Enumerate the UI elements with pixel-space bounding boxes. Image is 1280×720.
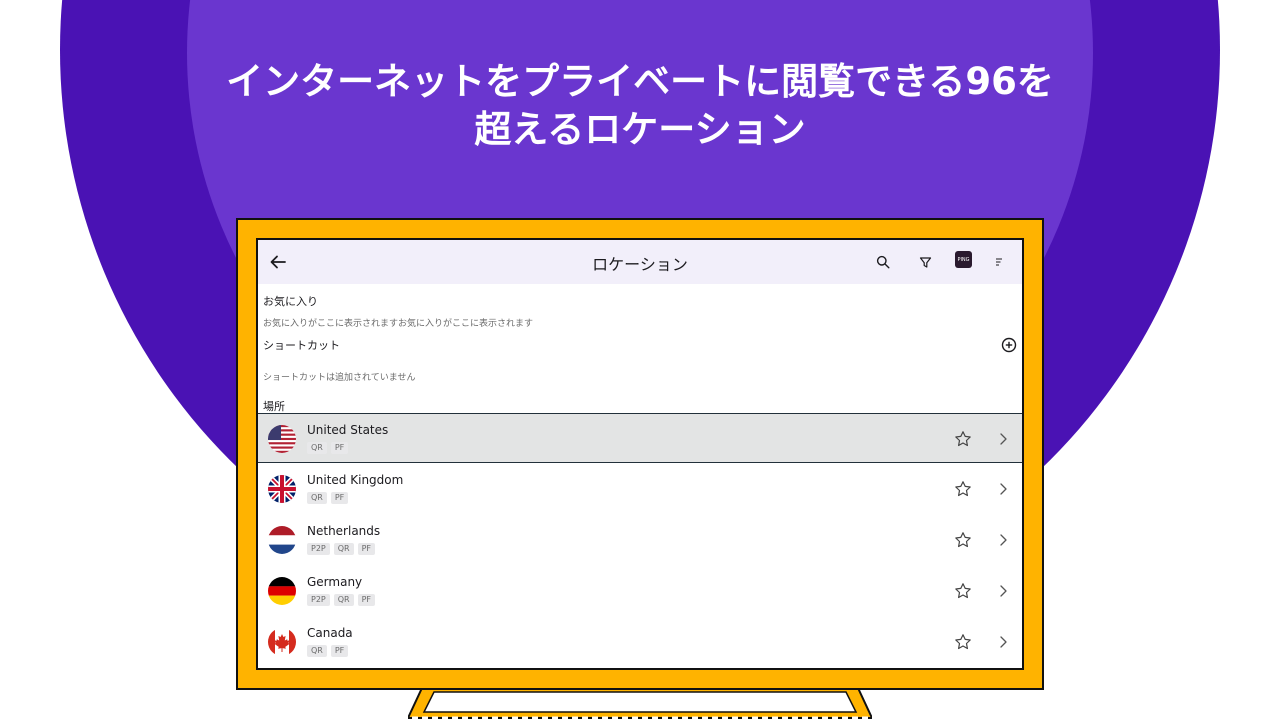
- location-tags: QR PF: [307, 492, 349, 504]
- tag-badge: PF: [357, 594, 376, 606]
- location-row-canada[interactable]: Canada QR PF: [258, 617, 1022, 667]
- tag-badge: QR: [307, 442, 327, 454]
- favorites-empty-text: お気に入りがここに表示されますお気に入りがここに表示されます: [263, 319, 534, 329]
- location-tags: P2P QR PF: [307, 543, 376, 555]
- favorite-star-icon[interactable]: [954, 582, 972, 600]
- location-row-germany[interactable]: Germany P2P QR PF: [258, 566, 1022, 616]
- tag-badge: QR: [333, 543, 354, 555]
- location-name: Canada: [307, 626, 353, 640]
- favorite-star-icon[interactable]: [954, 531, 972, 549]
- shortcuts-heading: ショートカット: [263, 339, 340, 352]
- app-screen: ロケーション PING お気に入り お気に入りがここに表示されますお気に入りがこ…: [256, 238, 1024, 670]
- chevron-right-icon[interactable]: [996, 634, 1010, 650]
- favorite-star-icon[interactable]: [954, 480, 972, 498]
- tag-badge: PF: [330, 442, 349, 454]
- filter-icon[interactable]: [913, 250, 937, 274]
- monitor-stand: [408, 688, 872, 720]
- location-name: United Kingdom: [307, 473, 404, 487]
- headline-line-2: 超えるロケーション: [474, 108, 806, 151]
- location-name: Netherlands: [307, 524, 381, 538]
- location-tags: QR PF: [307, 645, 349, 657]
- location-tags: P2P QR PF: [307, 594, 376, 606]
- page-title: ロケーション: [592, 255, 688, 274]
- shortcuts-empty-text: ショートカットは追加されていません: [263, 373, 416, 383]
- tag-badge: P2P: [307, 594, 330, 606]
- tag-badge: PF: [330, 645, 349, 657]
- de-flag-icon: [268, 577, 296, 605]
- tag-badge: P2P: [307, 543, 330, 555]
- location-name: Germany: [307, 575, 363, 589]
- ping-icon[interactable]: PING: [955, 251, 972, 268]
- app-bar: ロケーション PING: [258, 240, 1022, 284]
- chevron-right-icon[interactable]: [996, 431, 1010, 447]
- nl-flag-icon: [268, 526, 296, 554]
- tag-badge: QR: [307, 492, 327, 504]
- locations-heading: 場所: [263, 400, 285, 413]
- tag-badge: QR: [333, 594, 354, 606]
- location-tags: QR PF: [307, 442, 349, 454]
- favorites-heading: お気に入り: [263, 295, 318, 308]
- chevron-right-icon[interactable]: [996, 532, 1010, 548]
- favorite-star-icon[interactable]: [954, 430, 972, 448]
- tag-badge: QR: [307, 645, 327, 657]
- headline-line-1: インターネットをプライベートに閲覧できる96を: [226, 60, 1054, 103]
- location-row-netherlands[interactable]: Netherlands P2P QR PF: [258, 515, 1022, 565]
- chevron-right-icon[interactable]: [996, 583, 1010, 599]
- location-row-united-states[interactable]: United States QR PF: [258, 413, 1022, 463]
- plus-circle-icon[interactable]: [1001, 337, 1017, 353]
- ca-flag-icon: [268, 628, 296, 656]
- sort-menu-icon[interactable]: [987, 250, 1011, 274]
- location-row-united-kingdom[interactable]: United Kingdom QR PF: [258, 464, 1022, 514]
- tag-badge: PF: [357, 543, 376, 555]
- search-icon[interactable]: [871, 250, 895, 274]
- us-flag-icon: [268, 425, 296, 453]
- gb-flag-icon: [268, 475, 296, 503]
- promo-headline: インターネットをプライベートに閲覧できる96を 超えるロケーション: [140, 58, 1140, 154]
- location-name: United States: [307, 423, 389, 437]
- favorite-star-icon[interactable]: [954, 633, 972, 651]
- chevron-right-icon[interactable]: [996, 481, 1010, 497]
- tag-badge: PF: [330, 492, 349, 504]
